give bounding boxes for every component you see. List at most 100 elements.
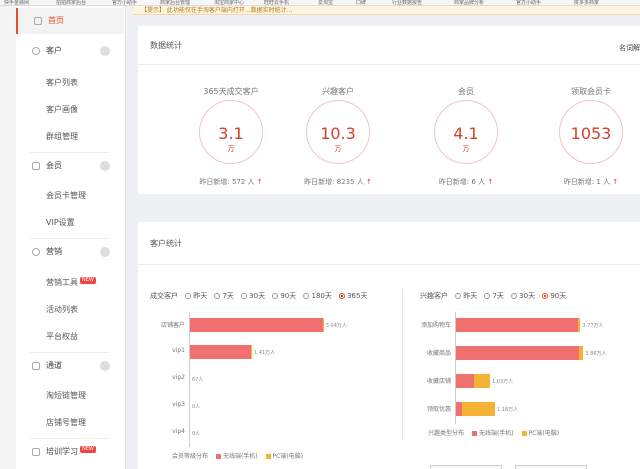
sidebar-subitem-vip[interactable]: VIP设置	[46, 214, 75, 232]
bar-category-label: 店铺客户	[160, 322, 185, 329]
bar-mobile[interactable]	[456, 346, 579, 360]
radio-selected-icon	[339, 293, 346, 299]
sidebar-subitem-member-card[interactable]: 会员卡管理	[46, 187, 86, 205]
sidebar-item-label: 客户	[46, 46, 62, 55]
sidebar-subitem-group-mgmt[interactable]: 群组管理	[46, 128, 78, 146]
bar-pc[interactable]	[461, 402, 495, 416]
legend-swatch	[215, 454, 221, 459]
sidebar-item-training[interactable]: 培训学习 NEW	[16, 439, 124, 465]
stat-value: 10.3	[320, 124, 356, 143]
bar-pc[interactable]	[250, 345, 253, 359]
sidebar-item-label: 营销	[46, 247, 62, 256]
right-legend: 兴趣类型分布 无线端(手机) PC端(电脑)	[428, 428, 559, 437]
toggle-icon	[100, 247, 110, 257]
home-icon	[34, 17, 42, 25]
bar-category-label: 领取优惠	[426, 406, 451, 413]
sidebar-subitem-customer-list[interactable]: 客户列表	[46, 74, 78, 92]
stats-panel: 数据统计 名词解 365天成交客户 3.1 万 昨日新增: 572 人 ↑ 兴趣…	[138, 26, 640, 194]
stat-unit: 万	[462, 145, 470, 153]
button[interactable]	[430, 465, 502, 469]
filter-option[interactable]: 昨天	[450, 291, 477, 301]
sidebar: 首页 客户 客户列表 客户画像 群组管理 会员 会员卡管理 VIP设置 营销 营…	[0, 6, 126, 469]
radio-icon	[241, 293, 248, 299]
filter-option[interactable]: 7天	[479, 291, 504, 301]
sidebar-item-member[interactable]: 会员	[16, 153, 124, 179]
chart-axis	[189, 312, 190, 447]
sidebar-subitem-taozhanggui[interactable]: 淘短链管理	[46, 387, 86, 405]
sidebar-subitem-shop-account[interactable]: 店铺号管理	[46, 414, 86, 432]
toggle-icon	[100, 361, 110, 371]
radio-icon	[484, 293, 491, 299]
sidebar-item-label: 会员	[46, 161, 62, 170]
radio-selected-icon	[542, 293, 549, 299]
stat-card: 兴趣客户 10.3 万 昨日新增: 8235 人 ↑	[283, 86, 393, 196]
stat-label: 365天成交客户	[203, 87, 259, 96]
radio-icon	[455, 293, 462, 299]
arrow-up-icon: ↑	[365, 178, 372, 186]
bar-category-label: vip1	[172, 347, 185, 354]
bar-pc[interactable]	[578, 346, 584, 360]
stat-yesterday: 昨日新增: 1 人 ↑	[563, 178, 619, 186]
right-filter: 兴趣客户 昨天 7天 30天 90天	[420, 291, 566, 301]
radio-icon	[272, 293, 279, 299]
stat-card: 365天成交客户 3.1 万 昨日新增: 572 人 ↑	[176, 86, 286, 196]
panel-title: 客户统计	[150, 239, 182, 248]
bar-pc[interactable]	[474, 374, 490, 388]
stat-value: 1053	[570, 124, 612, 143]
channel-icon	[32, 362, 40, 370]
bar-value-label: 1.41万人	[254, 350, 276, 356]
sidebar-item-label: 通道	[46, 361, 62, 370]
notice-banner: 【提示】 此功能仅在手淘客户端内打开...数据实时统计...	[133, 6, 640, 15]
filter-label: 成交客户	[150, 292, 178, 300]
bar-value-label: 1.18万人	[496, 407, 519, 413]
sidebar-item-home[interactable]: 首页	[16, 8, 124, 34]
card-icon	[32, 162, 40, 170]
stat-value: 4.1	[453, 124, 479, 143]
stat-label: 兴趣客户	[322, 87, 354, 96]
sidebar-subitem-activity-list[interactable]: 活动列表	[46, 301, 78, 319]
sidebar-item-customer[interactable]: 客户	[16, 38, 124, 64]
radio-icon	[214, 293, 221, 299]
legend-title: 兴趣类型分布	[428, 430, 465, 437]
bar-mobile[interactable]	[456, 318, 579, 332]
sidebar-subitem-platform-rights[interactable]: 平台权益	[46, 328, 78, 346]
bar-mobile[interactable]	[190, 345, 251, 359]
arrow-up-icon: ↑	[256, 178, 263, 186]
legend-swatch	[471, 431, 477, 436]
filter-option[interactable]: 365天	[334, 291, 367, 301]
filter-option[interactable]: 180天	[298, 291, 332, 301]
sidebar-strip	[0, 6, 16, 469]
sidebar-item-marketing[interactable]: 营销	[16, 239, 124, 265]
sidebar-subitem-customer-portrait[interactable]: 客户画像	[46, 101, 78, 119]
legend-swatch	[265, 454, 271, 459]
bar-mobile[interactable]	[190, 318, 323, 332]
arrow-up-icon: ↑	[487, 178, 494, 186]
stat-unit: 万	[227, 145, 235, 153]
sidebar-item-channel[interactable]: 通道	[16, 353, 124, 379]
left-filter: 成交客户 昨天 7天 30天 90天 180天 365天	[150, 291, 367, 301]
legend-item: 无线端(手机)	[478, 430, 514, 437]
filter-option[interactable]: 昨天	[180, 291, 207, 301]
bar-value-label: 3.77万人	[582, 323, 604, 329]
filter-option[interactable]: 90天	[537, 291, 566, 301]
filter-option[interactable]: 30天	[506, 291, 535, 301]
legend-swatch	[521, 431, 527, 436]
filter-option[interactable]: 30天	[236, 291, 265, 301]
glossary-link[interactable]: 名词解	[619, 43, 640, 53]
bar-pc[interactable]	[578, 318, 581, 332]
radio-icon	[511, 293, 518, 299]
radio-icon	[303, 293, 310, 299]
panel-title: 数据统计	[150, 41, 182, 50]
new-badge: NEW	[80, 277, 96, 284]
button[interactable]	[515, 465, 587, 469]
bar-value-label: 3.04万人	[325, 323, 347, 329]
bar-value-label: 0人	[192, 404, 201, 410]
sidebar-item-label: 培训学习 NEW	[46, 446, 96, 456]
bar-pc[interactable]	[322, 318, 324, 332]
legend-title: 会员等级分布	[172, 453, 209, 460]
filter-option[interactable]: 7天	[209, 291, 234, 301]
filter-option[interactable]: 90天	[267, 291, 296, 301]
sidebar-subitem-marketing-tools[interactable]: 营销工具 NEW	[46, 274, 96, 292]
legend-item: PC端(电脑)	[528, 430, 560, 437]
bar-mobile[interactable]	[456, 374, 475, 388]
